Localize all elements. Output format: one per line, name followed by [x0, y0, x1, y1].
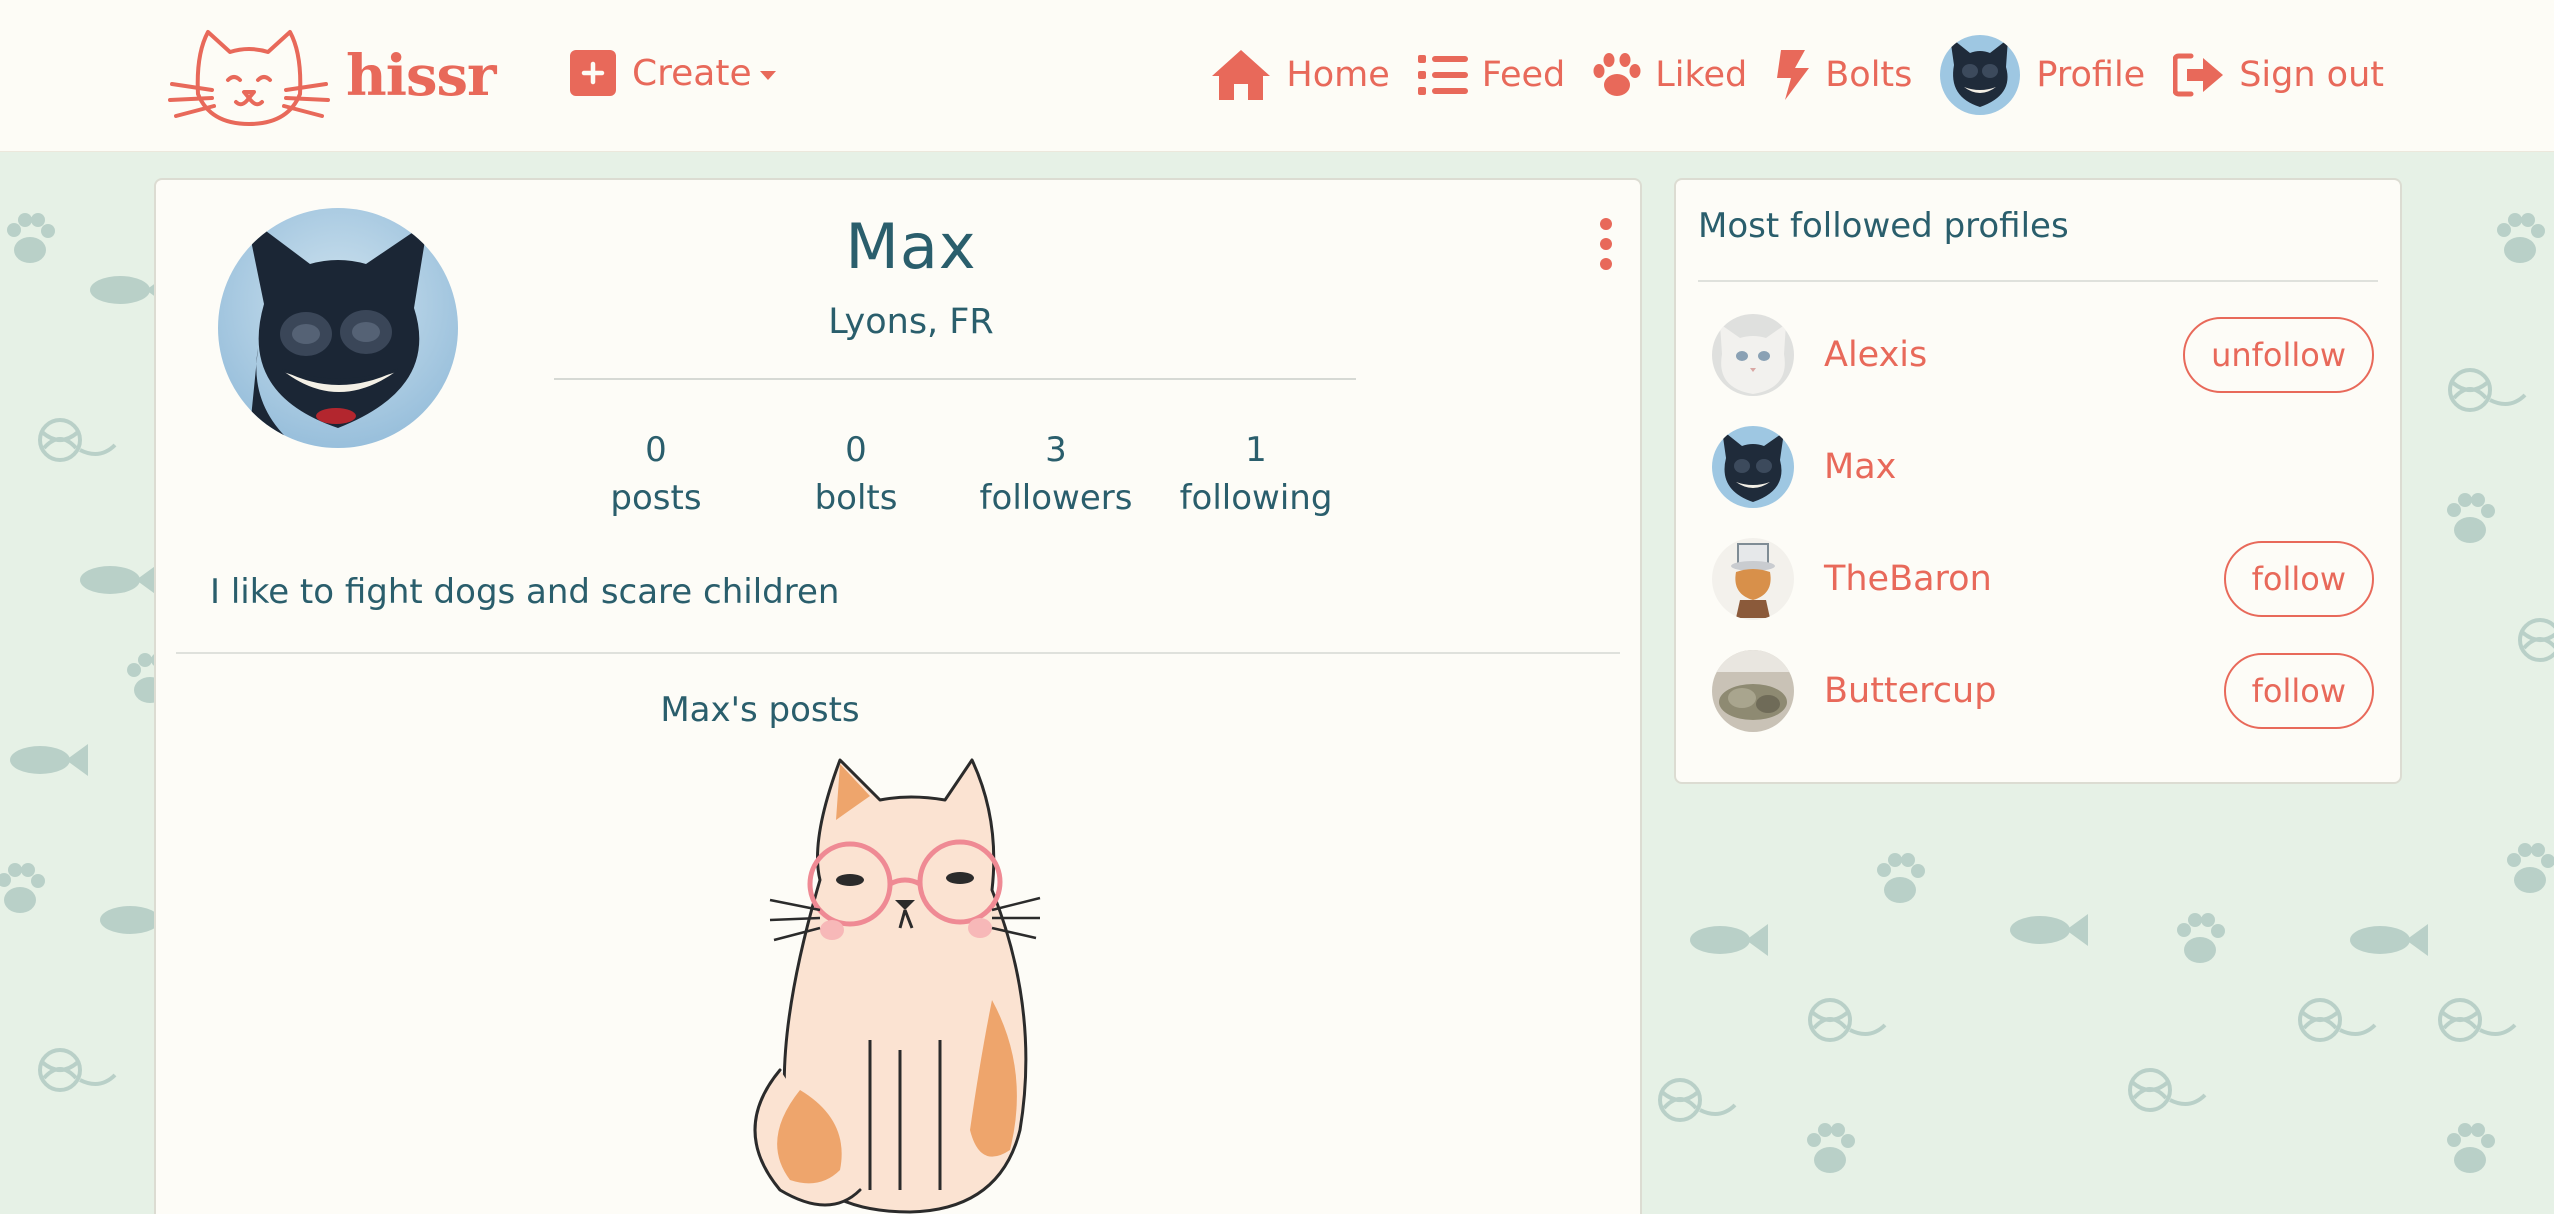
nav-liked[interactable]: Liked — [1593, 53, 1747, 97]
nav-feed-label: Feed — [1481, 55, 1566, 95]
brand[interactable]: hissr — [168, 24, 497, 128]
sidebar-title: Most followed profiles — [1698, 206, 2069, 246]
most-followed-card: Most followed profiles Alexis unfollow M… — [1674, 178, 2402, 784]
list-item: Max — [1676, 422, 2404, 512]
divider — [176, 652, 1620, 654]
create-label: Create — [632, 52, 752, 94]
list-item: Alexis unfollow — [1676, 310, 2404, 400]
stat-bolts: 0 bolts — [756, 426, 956, 522]
stat-label: followers — [979, 478, 1133, 518]
stat-following[interactable]: 1 following — [1156, 426, 1356, 522]
plus-square-icon — [570, 50, 616, 96]
profile-link[interactable]: Max — [1824, 447, 1896, 487]
avatar[interactable] — [1712, 314, 1794, 396]
navbar: hissr Create Home Feed Liked Bolts Profi… — [0, 0, 2554, 152]
caret-down-icon — [759, 70, 776, 80]
avatar[interactable] — [1712, 426, 1794, 508]
list-icon — [1417, 55, 1468, 95]
sign-out-icon — [2173, 53, 2224, 97]
nav-profile[interactable]: Profile — [1940, 35, 2145, 115]
avatar[interactable] — [1712, 538, 1794, 620]
cat-face-logo-icon — [168, 30, 330, 126]
follow-button[interactable]: follow — [2223, 653, 2374, 729]
profile-link[interactable]: TheBaron — [1824, 559, 1992, 599]
divider — [554, 378, 1356, 380]
profile-bio: I like to fight dogs and scare children — [210, 572, 840, 612]
stat-value: 0 — [645, 430, 667, 470]
stat-value: 1 — [1245, 430, 1267, 470]
nav-avatar — [1940, 35, 2021, 115]
profile-link[interactable]: Alexis — [1824, 335, 1927, 375]
stat-followers[interactable]: 3 followers — [956, 426, 1156, 522]
nav-profile-label: Profile — [2036, 55, 2146, 95]
bolt-icon — [1777, 50, 1810, 100]
kebab-menu-icon[interactable] — [1600, 218, 1612, 278]
avatar[interactable] — [1712, 650, 1794, 732]
profile-link[interactable]: Buttercup — [1824, 671, 1996, 711]
stat-label: bolts — [814, 478, 898, 518]
posts-heading: Max's posts — [660, 690, 860, 730]
nav-feed[interactable]: Feed — [1417, 53, 1566, 97]
stat-label: following — [1179, 478, 1333, 518]
post-image[interactable] — [740, 750, 1080, 1214]
paw-icon — [1593, 53, 1641, 96]
nav-bolts[interactable]: Bolts — [1775, 48, 1912, 102]
profile-name: Max — [845, 210, 977, 283]
nav-home-label: Home — [1286, 55, 1390, 95]
stat-value: 0 — [845, 430, 867, 470]
create-dropdown-button[interactable]: Create — [570, 50, 776, 96]
brand-name: hissr — [346, 43, 497, 109]
nav-links: Home Feed Liked Bolts Profile Sign out — [1182, 30, 2384, 120]
nav-bolts-label: Bolts — [1825, 55, 1913, 95]
nav-signout-label: Sign out — [2239, 55, 2384, 95]
nav-home[interactable]: Home — [1210, 48, 1390, 102]
profile-location: Lyons, FR — [828, 302, 994, 342]
unfollow-button[interactable]: unfollow — [2183, 317, 2374, 393]
divider — [1698, 280, 2378, 282]
nav-signout[interactable]: Sign out — [2173, 52, 2384, 98]
profile-avatar — [218, 208, 458, 448]
nav-liked-label: Liked — [1655, 55, 1748, 95]
profile-stats: 0 posts 0 bolts 3 followers 1 following — [556, 426, 1356, 522]
stat-value: 3 — [1045, 430, 1067, 470]
follow-button[interactable]: follow — [2223, 541, 2374, 617]
stat-posts: 0 posts — [556, 426, 756, 522]
house-icon — [1212, 50, 1271, 100]
profile-card: Max Lyons, FR 0 posts 0 bolts 3 follower… — [154, 178, 1642, 1214]
stat-label: posts — [610, 478, 702, 518]
list-item: Buttercup follow — [1676, 646, 2404, 736]
list-item: TheBaron follow — [1676, 534, 2404, 624]
